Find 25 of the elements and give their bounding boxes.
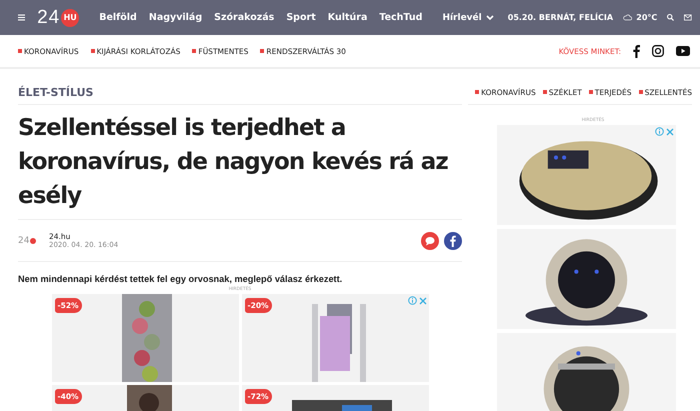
nav-link[interactable]: Kultúra xyxy=(328,12,368,23)
section-label[interactable]: ÉLET-STÍLUS xyxy=(18,86,94,98)
author-logo: 24 xyxy=(18,236,38,246)
nav-link[interactable]: Szórakozás xyxy=(214,12,274,23)
nav-link[interactable]: Sport xyxy=(286,12,316,23)
cloud-icon xyxy=(623,12,632,23)
temperature: 20°C xyxy=(636,13,658,22)
instagram-icon[interactable] xyxy=(652,45,664,57)
article-lead: Nem mindennapi kérdést tettek fel egy orvosnak, meglepő válasz érkezett. xyxy=(18,274,344,284)
comment-icon[interactable] xyxy=(421,232,439,250)
article-title: Szellentéssel is terjedhet a koronavírus, de nagyon kevés rá az esély xyxy=(18,111,462,220)
nav-link[interactable]: TechTud xyxy=(379,12,422,23)
mail-icon[interactable] xyxy=(684,12,692,23)
logo[interactable]: 24 xyxy=(37,6,60,28)
logo-badge[interactable]: HU xyxy=(61,8,80,26)
date-name-days: 05.20. BERNÁT, FELÍCIA xyxy=(508,13,614,22)
nav-link[interactable]: Belföld xyxy=(99,12,137,23)
facebook-share-icon[interactable] xyxy=(444,232,462,250)
newsletter-dropdown[interactable]: Hírlevél xyxy=(442,12,494,22)
menu-icon[interactable] xyxy=(18,12,26,23)
nav-link[interactable]: Nagyvilág xyxy=(148,12,202,23)
facebook-icon[interactable] xyxy=(633,44,640,58)
caret-icon xyxy=(486,14,494,20)
search-icon[interactable] xyxy=(667,11,674,24)
youtube-icon[interactable] xyxy=(676,46,690,56)
